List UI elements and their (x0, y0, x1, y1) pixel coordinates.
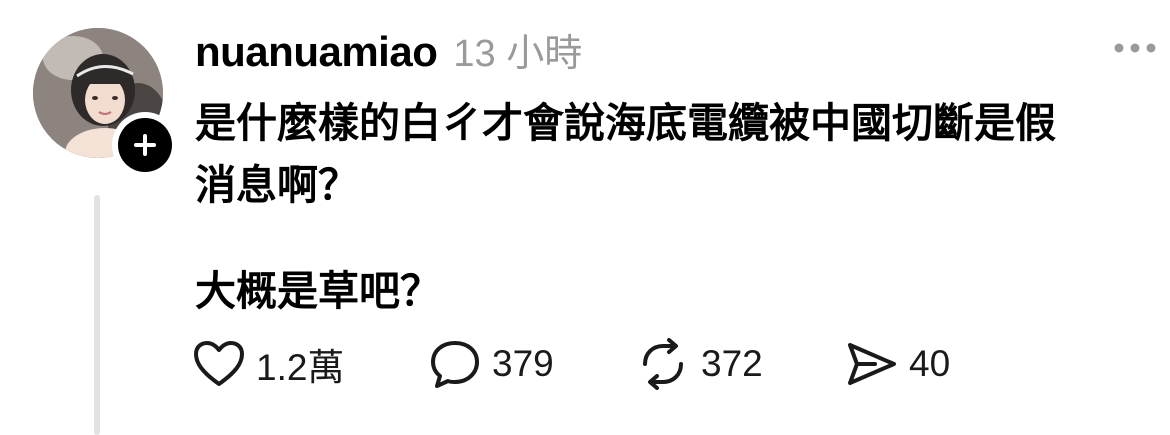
plus-icon (134, 134, 156, 156)
like-count: 1.2萬 (256, 347, 345, 388)
share-button[interactable]: 40 (845, 336, 950, 392)
share-count: 40 (909, 343, 951, 384)
reply-button[interactable]: 379 (428, 336, 635, 392)
repost-arrows-icon (643, 338, 683, 390)
post-text-line: 消息啊？ (195, 162, 359, 208)
more-horizontal-icon (1114, 43, 1156, 53)
thread-line (94, 195, 100, 435)
repost-count: 372 (701, 343, 763, 384)
username[interactable]: nuanuamiao (195, 28, 438, 76)
post-content: 是什麼樣的白ㄔ才會說海底電纜被中國切斷是假 消息啊？ 大概是草吧？ (195, 92, 1145, 322)
send-arrow-icon (848, 343, 896, 385)
like-button[interactable]: 1.2萬 (192, 336, 428, 392)
timestamp: 13 小時 (453, 33, 583, 75)
post-text-line: 大概是草吧？ (195, 268, 441, 314)
action-bar: 1.2萬 379 372 40 (192, 336, 950, 392)
repost-button[interactable]: 372 (635, 336, 845, 392)
speech-bubble-icon (431, 341, 479, 388)
more-options-button[interactable] (1113, 38, 1157, 58)
follow-badge-inner (118, 118, 172, 172)
post-header: nuanuamiao 13 小時 (195, 22, 582, 77)
heart-icon (194, 341, 244, 386)
reply-count: 379 (492, 343, 554, 384)
follow-button[interactable] (112, 112, 178, 178)
thread-post: nuanuamiao 13 小時 是什麼樣的白ㄔ才會說海底電纜被中國切斷是假 消… (0, 0, 1170, 435)
post-text-line: 是什麼樣的白ㄔ才會說海底電纜被中國切斷是假 (195, 100, 1056, 146)
